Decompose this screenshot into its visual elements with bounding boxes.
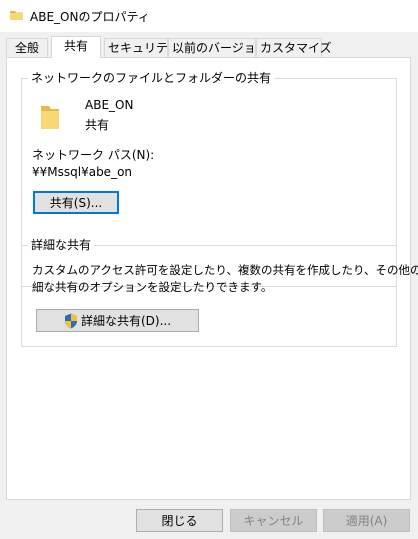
advanced-share-description-1: カスタムのアクセス許可を設定したり、複数の共有を作成したり、その他の詳 [32,263,418,277]
tab-previous-versions[interactable]: 以前のバージョン [168,38,268,57]
network-share-legend: ネットワークのファイルとフォルダーの共有 [28,70,275,86]
shared-folder-icon [39,102,61,133]
folder-share-status: 共有 [85,118,110,132]
share-button[interactable]: 共有(S)... [33,191,119,214]
title-bar: ABE_ONのプロパティ [0,0,418,32]
uac-shield-icon [64,313,78,329]
network-path-label: ネットワーク パス(N): [32,148,155,162]
tab-security[interactable]: セキュリティ [104,38,179,57]
tab-general[interactable]: 全般 [6,38,48,57]
tab-customize[interactable]: カスタマイズ [256,38,332,57]
advanced-share-button[interactable]: 詳細な共有(D)... [36,309,199,332]
tab-strip: 全般 共有 セキュリティ 以前のバージョン カスタマイズ [0,36,418,58]
window-title: ABE_ONのプロパティ [30,10,150,24]
advanced-share-legend: 詳細な共有 [28,237,95,253]
advanced-share-button-label: 詳細な共有(D)... [80,314,172,328]
tab-content-panel: ネットワークのファイルとフォルダーの共有 ABE_ON 共有 ネットワーク パス… [6,57,418,500]
advanced-share-description-2: 細な共有のオプションを設定したりできます。 [32,280,273,294]
cancel-button[interactable]: キャンセル [230,509,317,532]
advanced-share-group: 詳細な共有 カスタムのアクセス許可を設定したり、複数の共有を作成したり、その他の… [21,237,418,347]
tab-sharing[interactable]: 共有 [51,36,101,58]
network-path-value: ¥¥Mssql¥abe_on [32,165,133,179]
folder-name: ABE_ON [85,98,134,112]
apply-button[interactable]: 適用(A) [323,509,410,532]
close-button[interactable]: 閉じる [136,509,223,532]
folder-icon [10,8,24,25]
